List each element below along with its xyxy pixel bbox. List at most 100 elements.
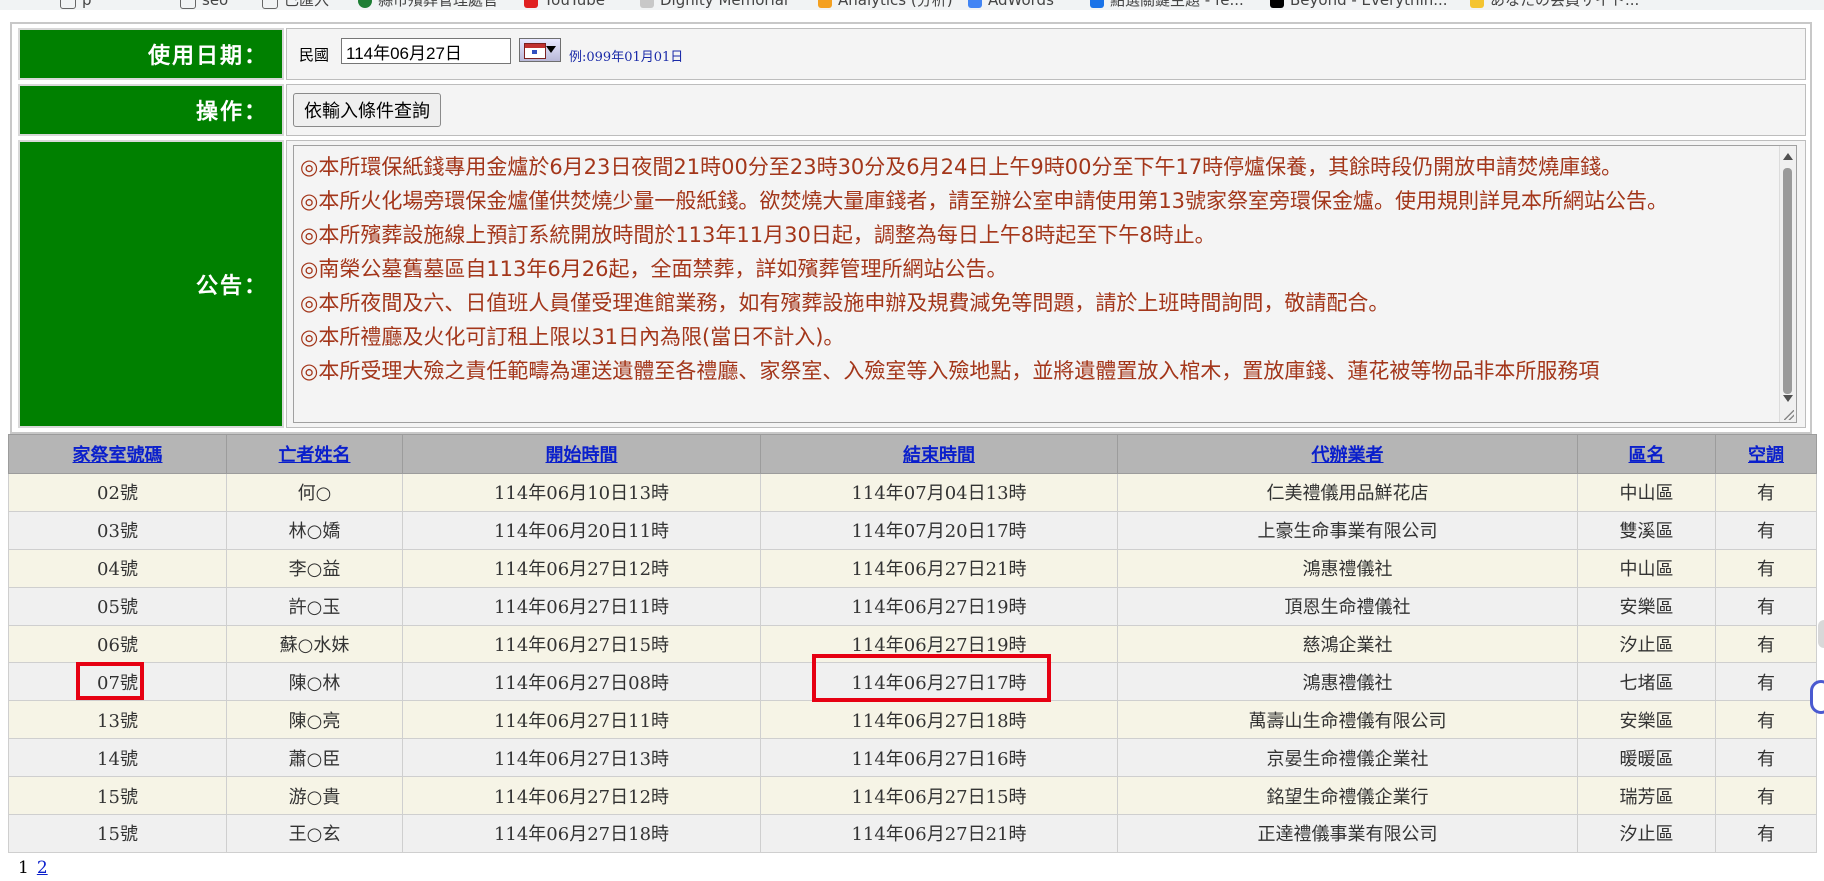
calendar-icon [524, 43, 546, 59]
cell-start: 114年06月27日13時 [402, 738, 761, 778]
cell-start: 114年06月27日11時 [402, 586, 761, 626]
cell-name: 林○嬌 [226, 510, 403, 550]
bookmark-member[interactable]: あなたの会員サイト... [1470, 0, 1639, 9]
cell-room: 07號 [8, 662, 227, 702]
table-row: 05號 許○玉 114年06月27日11時 114年06月27日19時 頂恩生命… [8, 586, 1817, 626]
table-row: 14號 蕭○臣 114年06月27日13時 114年06月27日16時 京晏生命… [8, 738, 1817, 778]
header-agent[interactable]: 代辦業者 [1117, 434, 1578, 474]
leaf-icon [640, 0, 654, 8]
cell-agent: 慈鴻企業社 [1117, 624, 1578, 664]
bookmark-analytics[interactable]: Analytics (分析) [818, 0, 953, 9]
cell-end: 114年07月04日13時 [760, 473, 1118, 512]
pagination: 12 [18, 858, 48, 878]
sort-agent-link[interactable]: 代辦業者 [1312, 445, 1384, 466]
cell-end: 114年06月27日16時 [760, 738, 1118, 778]
table-row: 04號 李○益 114年06月27日12時 114年06月27日21時 鴻惠禮儀… [8, 548, 1817, 588]
query-form: 使用日期： 民國 例:099年01月01日 操作： 依輸入條件查詢 公告： ◎本… [10, 22, 1812, 434]
header-ac[interactable]: 空調 [1715, 434, 1817, 474]
scroll-up-icon[interactable] [1783, 153, 1793, 160]
scroll-thumb[interactable] [1783, 168, 1792, 394]
notice-scrollbar[interactable] [1779, 146, 1796, 422]
cell-ac: 有 [1715, 700, 1817, 740]
cell-ac: 有 [1715, 814, 1817, 853]
cell-district: 汐止區 [1577, 814, 1716, 853]
sort-room-link[interactable]: 家祭室號碼 [73, 445, 163, 466]
cell-start: 114年06月27日15時 [402, 624, 761, 664]
cell-district: 七堵區 [1577, 662, 1716, 702]
header-name[interactable]: 亡者姓名 [226, 434, 403, 474]
table-row: 15號 王○玄 114年06月27日18時 114年06月27日21時 正達禮儀… [8, 814, 1817, 853]
cell-name: 何○ [226, 473, 403, 512]
cell-name: 李○益 [226, 548, 403, 588]
cell-start: 114年06月20日11時 [402, 510, 761, 550]
bookmark-p[interactable]: p [60, 0, 92, 9]
cell-start: 114年06月27日18時 [402, 814, 761, 853]
bookmark-adwords[interactable]: AdWords [968, 0, 1054, 9]
youtube-icon [524, 0, 538, 8]
page-link-2[interactable]: 2 [37, 858, 48, 878]
operation-cell: 依輸入條件查詢 [286, 84, 1806, 136]
resize-grip-icon[interactable] [1784, 410, 1794, 420]
notice-line: ◎南榮公墓舊墓區自113年6月26起，全面禁葬，詳如殯葬管理所網站公告。 [300, 257, 1008, 281]
sort-name-link[interactable]: 亡者姓名 [279, 445, 351, 466]
bookmark-keyword[interactable]: 點選關鍵主題 - fe... [1090, 0, 1244, 9]
cell-name: 陳○亮 [226, 700, 403, 740]
notice-cell: ◎本所環保紙錢專用金爐於6月23日夜間21時00分至23時30分及6月24日上午… [286, 140, 1806, 428]
bookmark-dignity[interactable]: Dignity Memorial [640, 0, 788, 9]
page-icon [180, 0, 196, 9]
cell-district: 暖暖區 [1577, 738, 1716, 778]
scroll-down-icon[interactable] [1783, 395, 1793, 402]
cell-agent: 頂恩生命禮儀社 [1117, 586, 1578, 626]
cell-district: 汐止區 [1577, 624, 1716, 664]
cell-ac: 有 [1715, 586, 1817, 626]
cell-agent: 萬壽山生命禮儀有限公司 [1117, 700, 1578, 740]
calendar-button[interactable] [519, 38, 561, 62]
cell-room: 05號 [8, 586, 227, 626]
cell-room: 03號 [8, 510, 227, 550]
sort-district-link[interactable]: 區名 [1629, 445, 1665, 466]
header-start[interactable]: 開始時間 [402, 434, 761, 474]
cell-ac: 有 [1715, 624, 1817, 664]
sort-start-link[interactable]: 開始時間 [546, 445, 618, 466]
cell-name: 王○玄 [226, 814, 403, 853]
adwords-icon [968, 0, 982, 8]
cell-start: 114年06月10日13時 [402, 473, 761, 512]
header-district[interactable]: 區名 [1577, 434, 1716, 474]
cell-district: 中山區 [1577, 473, 1716, 512]
cell-end: 114年06月27日21時 [760, 548, 1118, 588]
date-input[interactable] [341, 38, 511, 64]
era-label: 民國 [299, 46, 330, 64]
cell-start: 114年06月27日11時 [402, 700, 761, 740]
date-label: 使用日期： [18, 28, 284, 80]
date-example: 例:099年01月01日 [569, 50, 684, 65]
bookmark-county[interactable]: 縣市殯葬管理處官 [358, 0, 498, 9]
sort-end-link[interactable]: 結束時間 [903, 445, 975, 466]
header-room[interactable]: 家祭室號碼 [8, 434, 227, 474]
side-handle[interactable] [1818, 620, 1824, 648]
bookmarks-bar: p seo 已匯入 縣市殯葬管理處官 YouTube Dignity Memor… [0, 0, 1824, 10]
bookmark-imported[interactable]: 已匯入 [262, 0, 329, 9]
cell-agent: 銘望生命禮儀企業行 [1117, 776, 1578, 816]
cell-name: 游○貴 [226, 776, 403, 816]
notice-textarea[interactable]: ◎本所環保紙錢專用金爐於6月23日夜間21時00分至23時30分及6月24日上午… [293, 145, 1797, 423]
notice-line: ◎本所受理大殮之責任範疇為運送遺體至各禮廳、家祭室、入殮室等入殮地點，並將遺體置… [300, 359, 1600, 383]
bookmark-beyond[interactable]: Beyond - Everythin... [1270, 0, 1448, 9]
cell-end: 114年06月27日21時 [760, 814, 1118, 853]
analytics-icon [818, 0, 832, 8]
table-row: 02號 何○ 114年06月10日13時 114年07月04日13時 仁美禮儀用… [8, 473, 1817, 512]
table-row: 15號 游○貴 114年06月27日12時 114年06月27日15時 銘望生命… [8, 776, 1817, 816]
cell-ac: 有 [1715, 776, 1817, 816]
sort-ac-link[interactable]: 空調 [1748, 445, 1784, 466]
cell-start: 114年06月27日12時 [402, 776, 761, 816]
cell-room: 06號 [8, 624, 227, 664]
query-button[interactable]: 依輸入條件查詢 [293, 93, 441, 127]
cell-name: 蕭○臣 [226, 738, 403, 778]
extension-icon[interactable] [1810, 680, 1824, 714]
header-end[interactable]: 結束時間 [760, 434, 1118, 474]
date-cell: 民國 例:099年01月01日 [286, 28, 1806, 80]
cell-start: 114年06月27日12時 [402, 548, 761, 588]
bookmark-youtube[interactable]: YouTube [524, 0, 605, 9]
bookmark-seo[interactable]: seo [180, 0, 228, 9]
tiktok-icon [1270, 0, 1284, 8]
table-row: 07號 陳○林 114年06月27日08時 114年06月27日17時 鴻惠禮儀… [8, 662, 1817, 702]
